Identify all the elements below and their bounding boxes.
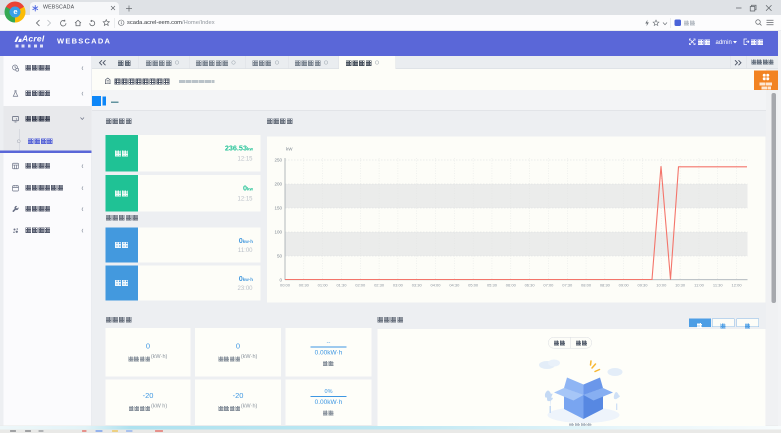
svg-text:00:00: 00:00 <box>280 283 291 288</box>
svg-text:kW: kW <box>286 147 293 152</box>
svg-text:01:00: 01:00 <box>318 283 329 288</box>
svg-text:07:30: 07:30 <box>562 283 573 288</box>
svg-text:07:00: 07:00 <box>543 283 554 288</box>
svg-text:05:00: 05:00 <box>468 283 479 288</box>
svg-text:02:30: 02:30 <box>374 283 385 288</box>
svg-text:05:30: 05:30 <box>487 283 498 288</box>
svg-text:12:00: 12:00 <box>732 283 743 288</box>
svg-text:11:00: 11:00 <box>694 283 704 288</box>
svg-text:06:30: 06:30 <box>525 283 536 288</box>
svg-text:09:30: 09:30 <box>637 283 648 288</box>
svg-text:10:30: 10:30 <box>675 283 686 288</box>
svg-text:04:00: 04:00 <box>430 283 441 288</box>
svg-text:03:00: 03:00 <box>393 283 404 288</box>
svg-text:250: 250 <box>274 158 282 163</box>
svg-text:02:00: 02:00 <box>355 283 366 288</box>
svg-text:11:30: 11:30 <box>713 283 723 288</box>
svg-text:04:30: 04:30 <box>449 283 460 288</box>
svg-text:150: 150 <box>274 206 282 211</box>
svg-text:10:00: 10:00 <box>656 283 667 288</box>
svg-text:200: 200 <box>274 182 282 187</box>
svg-text:08:30: 08:30 <box>600 283 611 288</box>
svg-text:00:30: 00:30 <box>299 283 310 288</box>
svg-text:09:00: 09:00 <box>619 283 630 288</box>
svg-text:50: 50 <box>277 254 283 259</box>
svg-text:100: 100 <box>274 230 282 235</box>
svg-text:08:00: 08:00 <box>581 283 592 288</box>
svg-text:06:00: 06:00 <box>506 283 517 288</box>
svg-text:03:30: 03:30 <box>412 283 423 288</box>
svg-text:01:30: 01:30 <box>336 283 347 288</box>
